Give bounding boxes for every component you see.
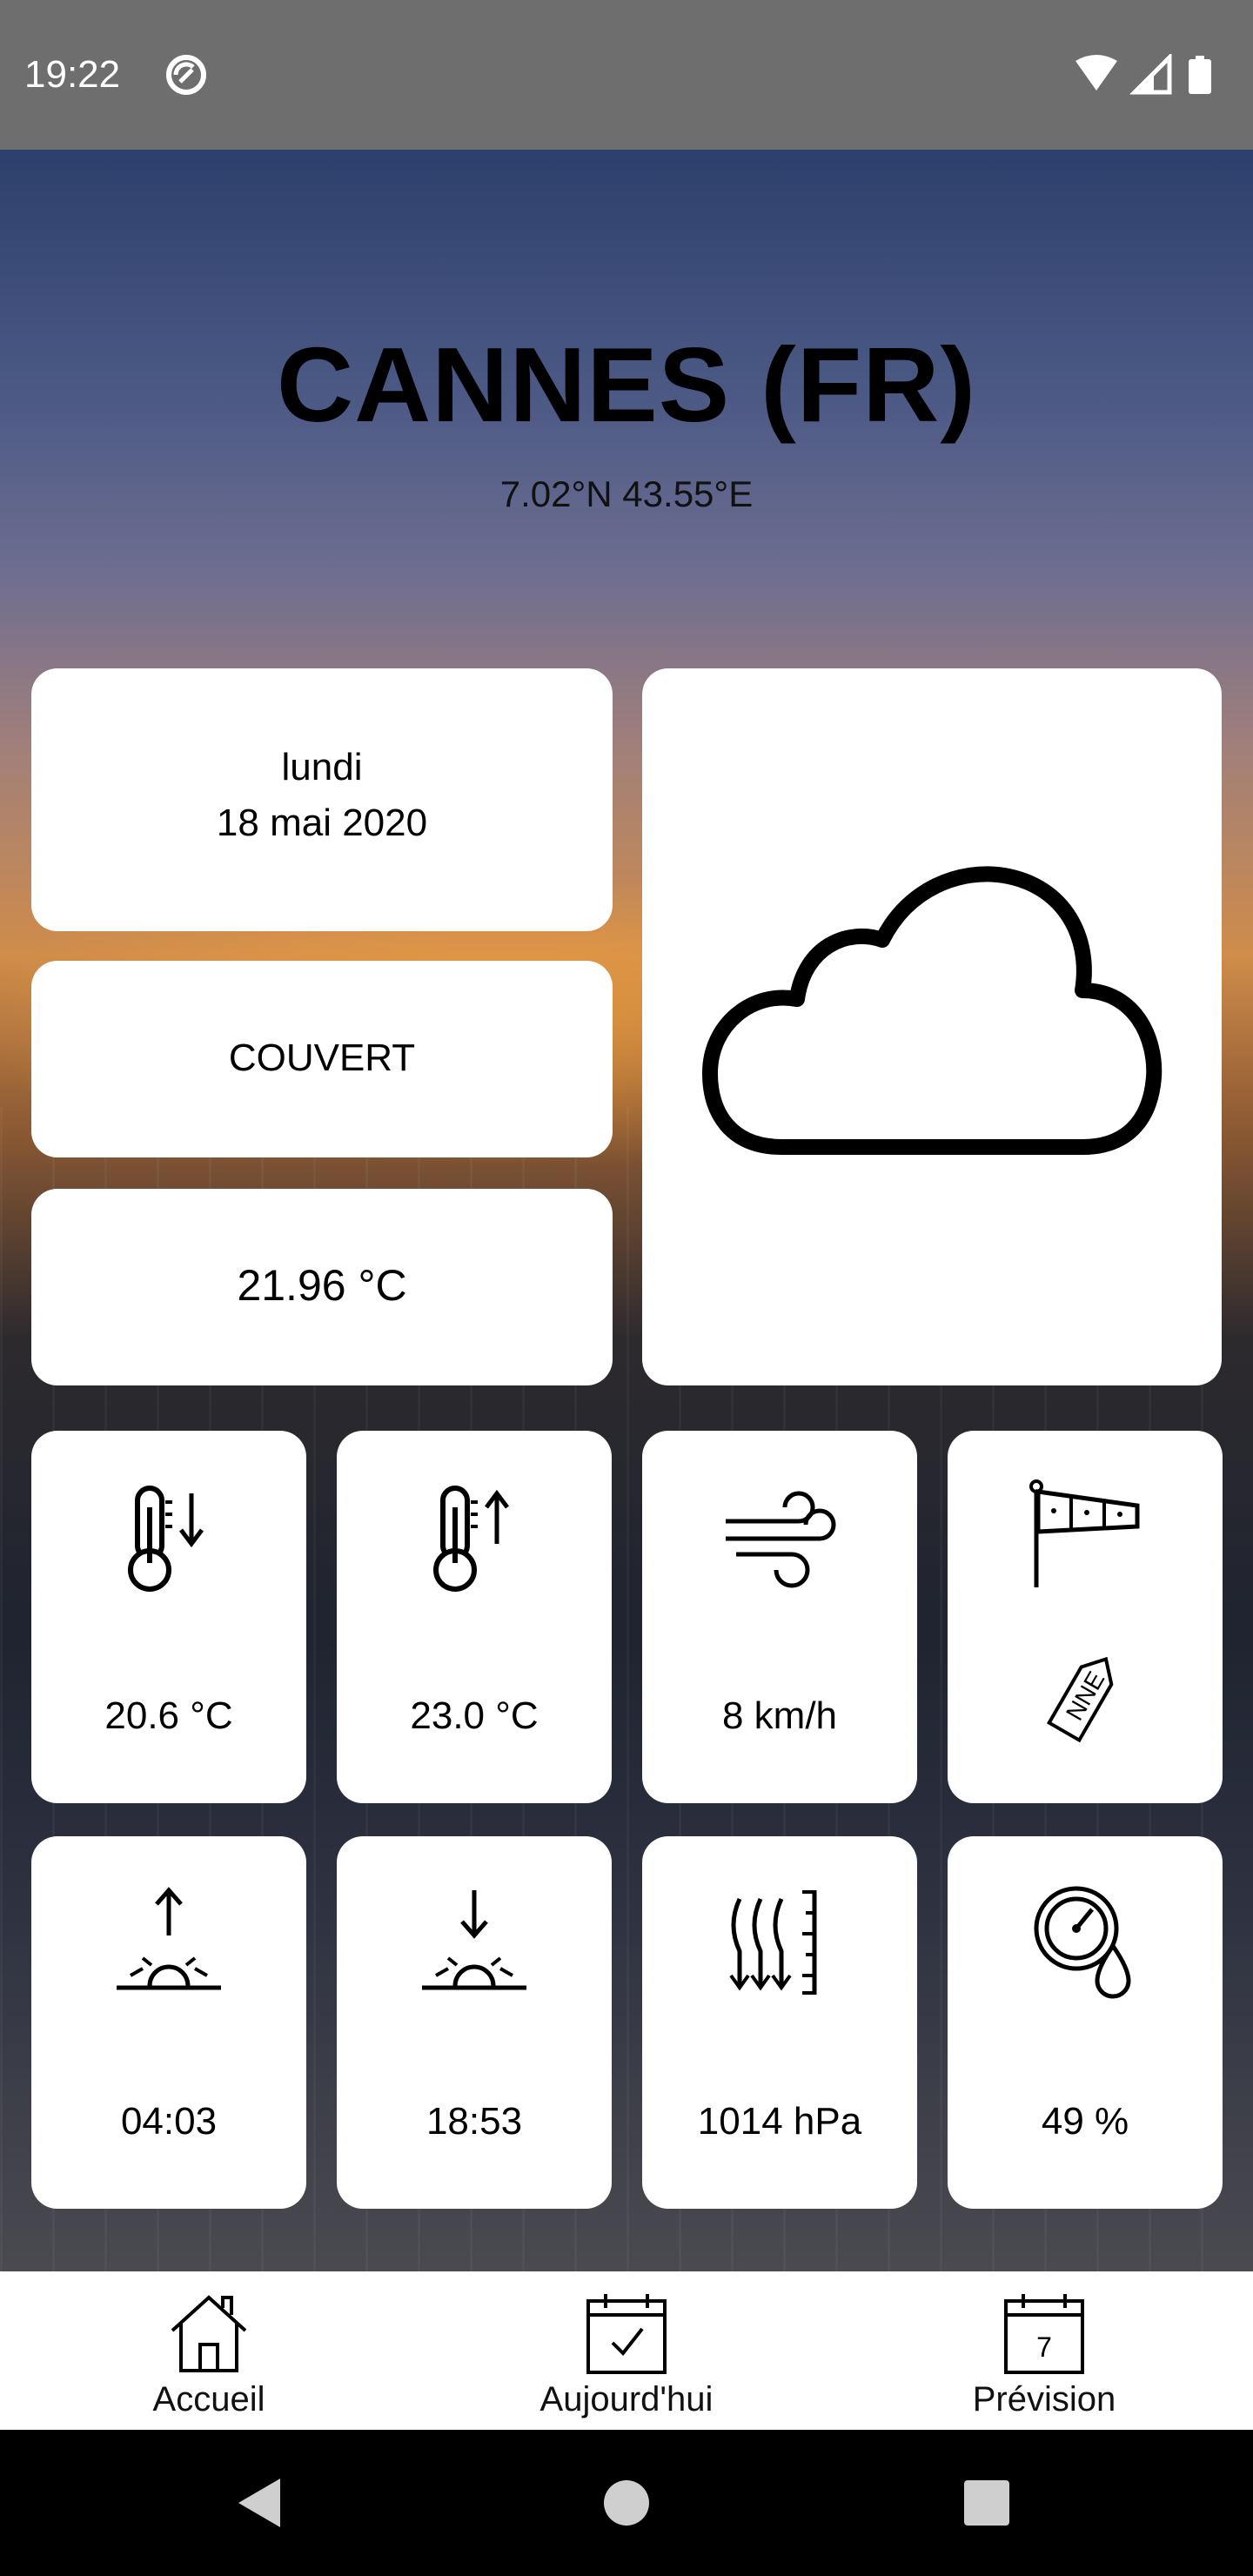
condition-card: COUVERT <box>31 961 613 1157</box>
nav-today-label: Aujourd'hui <box>539 2380 714 2418</box>
calendar-icon: 7 <box>1004 2294 1084 2374</box>
nav-today[interactable]: Aujourd'hui <box>470 2271 783 2430</box>
back-icon[interactable] <box>226 2468 296 2538</box>
nav-forecast-label: Prévision <box>972 2380 1116 2418</box>
battery-icon <box>1189 56 1211 94</box>
wind-speed-tile: 8 km/h <box>642 1431 917 1803</box>
nav-forecast[interactable]: 7 Prévision <box>888 2271 1201 2430</box>
humidity-tile: 49 % <box>948 1836 1223 2209</box>
wind-speed-value: 8 km/h <box>721 1694 838 1737</box>
pressure-icon <box>729 1890 817 1995</box>
cloud-icon <box>702 866 1163 1155</box>
status-icons <box>1075 54 1211 95</box>
signal-icon <box>1129 54 1172 95</box>
day-name: lundi <box>281 746 363 788</box>
calendar-check-icon <box>586 2294 667 2374</box>
status-time: 19:22 <box>24 53 121 96</box>
system-navigation-bar <box>0 2430 1253 2576</box>
temp-min-tile: 20.6 °C <box>31 1431 306 1803</box>
weather-icon-card <box>642 668 1222 1385</box>
temperature-card: 21.96 °C <box>31 1189 613 1385</box>
sync-icon <box>166 55 206 95</box>
wind-icon <box>726 1491 836 1588</box>
home-button-icon[interactable] <box>592 2468 661 2538</box>
temp-max-tile: 23.0 °C <box>337 1431 612 1803</box>
bottom-navigation: Accueil Aujourd'hui 7 Prévision <box>0 2271 1253 2430</box>
humidity-icon <box>1034 1886 1131 1999</box>
current-temperature: 21.96 °C <box>237 1261 407 1310</box>
wifi-icon <box>1075 55 1117 91</box>
sunset-icon <box>422 1890 526 1990</box>
sunrise-icon <box>117 1887 221 1990</box>
sunset-value: 18:53 <box>425 2100 523 2143</box>
sunset-tile: 18:53 <box>337 1836 612 2209</box>
sunrise-value: 04:03 <box>120 2100 218 2143</box>
date-card: lundi 18 mai 2020 <box>31 668 613 931</box>
humidity-value: 49 % <box>1041 2100 1129 2143</box>
recents-icon[interactable] <box>952 2468 1022 2538</box>
home-icon <box>171 2295 247 2372</box>
full-date: 18 mai 2020 <box>216 802 428 844</box>
direction-tag-icon: NNE <box>1046 1656 1114 1743</box>
thermometer-down-icon <box>128 1486 204 1592</box>
condition-label: COUVERT <box>228 1036 416 1079</box>
sunrise-tile: 04:03 <box>31 1836 306 2209</box>
nav-home[interactable]: Accueil <box>52 2271 365 2430</box>
coordinates: 7.02°N 43.55°E <box>499 473 754 514</box>
status-bar: 19:22 <box>0 0 1253 150</box>
thermometer-up-icon <box>433 1486 509 1592</box>
city-title: CANNES (FR) <box>277 325 976 444</box>
wind-direction-value: NNE <box>1061 1667 1109 1725</box>
nav-home-label: Accueil <box>152 2380 265 2418</box>
wind-direction-tile: NNE <box>948 1431 1223 1803</box>
temp-max-value: 23.0 °C <box>410 1694 539 1737</box>
pressure-tile: 1014 hPa <box>642 1836 917 2209</box>
temp-min-value: 20.6 °C <box>104 1694 233 1737</box>
pressure-value: 1014 hPa <box>697 2100 862 2143</box>
calendar-day-number: 7 <box>1036 2331 1052 2363</box>
windsock-icon <box>1029 1479 1140 1587</box>
